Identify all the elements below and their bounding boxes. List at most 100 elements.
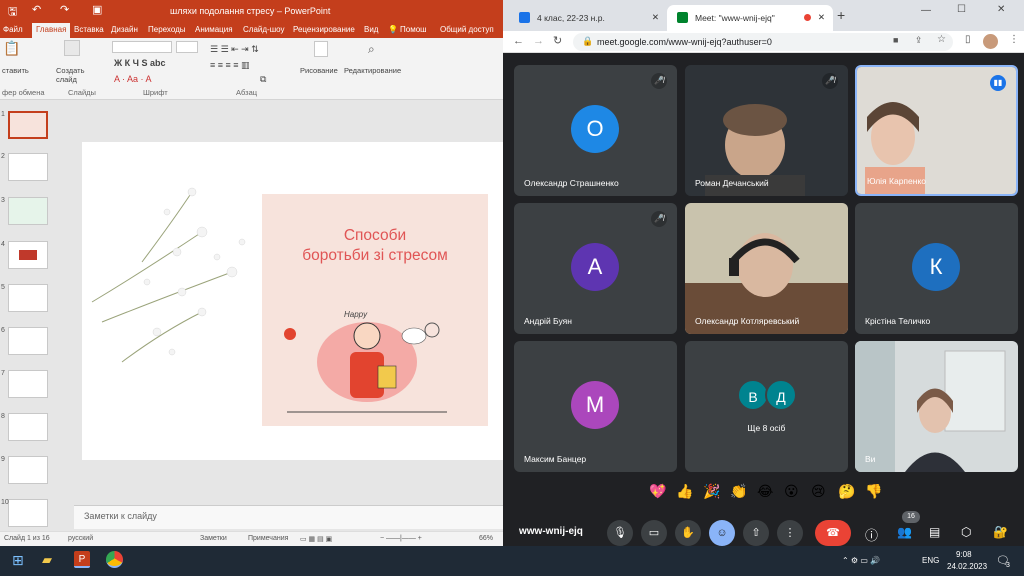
reaction-sad[interactable]: 😢: [811, 483, 826, 500]
new-tab-icon[interactable]: +: [837, 7, 845, 23]
close-tab-icon[interactable]: ✕: [818, 12, 825, 23]
slide-thumb-10[interactable]: [8, 499, 48, 527]
slide-thumb-5[interactable]: [8, 284, 48, 312]
slide-thumb-1[interactable]: [8, 111, 48, 139]
lightbulb-icon[interactable]: 💡: [388, 25, 398, 34]
save-icon[interactable]: 🖫: [8, 3, 17, 22]
slide-thumb-7[interactable]: [8, 370, 48, 398]
browser-tab-1[interactable]: 4 клас, 22-23 н.р. ✕: [509, 5, 667, 31]
back-icon[interactable]: ←: [513, 35, 524, 47]
bookmark-star-icon[interactable]: ☆: [937, 34, 946, 45]
new-slide-icon[interactable]: [64, 40, 80, 56]
host-controls-icon[interactable]: 🔐: [993, 525, 1008, 539]
reaction-clap[interactable]: 👏: [730, 483, 747, 500]
camera-in-use-icon[interactable]: ■: [893, 35, 898, 45]
menu-dots-icon[interactable]: ⋮: [1009, 34, 1019, 45]
tab-animations[interactable]: Анимация: [195, 25, 233, 34]
people-icon[interactable]: 👥: [897, 525, 912, 539]
language-indicator[interactable]: русский: [68, 535, 93, 542]
emoji-button[interactable]: ☺: [709, 520, 735, 546]
info-icon[interactable]: ⓘ: [865, 525, 878, 544]
participant-tile[interactable]: А 🎤̸ Андрій Буян: [514, 203, 677, 334]
tab-design[interactable]: Дизайн: [111, 25, 138, 34]
participant-tile[interactable]: Олександр Котляревський: [685, 203, 848, 334]
redo-icon[interactable]: ↷: [60, 3, 69, 16]
share-button[interactable]: Общий доступ: [440, 25, 494, 34]
tray-icons[interactable]: ⌃ ⚙ ▭ 🔊: [842, 556, 880, 565]
powerpoint-taskbar-icon[interactable]: P: [74, 551, 90, 568]
font-color-icon[interactable]: A · Aa · A: [114, 74, 152, 84]
tab-view[interactable]: Вид: [364, 25, 378, 34]
browser-tab-2[interactable]: Meet: "www-wnij-ejq" ✕: [667, 5, 833, 31]
mic-button[interactable]: 🎙: [607, 520, 633, 546]
close-tab-icon[interactable]: ✕: [652, 12, 659, 23]
slide-canvas[interactable]: Способи боротьби зі стресом Happy: [82, 142, 503, 460]
side-panel-icon[interactable]: ▯: [965, 34, 971, 45]
slide-thumb-8[interactable]: [8, 413, 48, 441]
tab-home[interactable]: Главная: [32, 23, 71, 38]
slide-title[interactable]: Способи боротьби зі стресом: [262, 226, 488, 266]
profile-avatar[interactable]: [983, 34, 998, 49]
paste-button[interactable]: ставить: [2, 66, 29, 75]
notes-pane[interactable]: Заметки к слайду: [74, 505, 503, 529]
participant-tile[interactable]: К Крістіна Теличко: [855, 203, 1018, 334]
present-button[interactable]: ⇧: [743, 520, 769, 546]
reaction-heart[interactable]: 💖: [649, 483, 666, 500]
reaction-thumbs-down[interactable]: 👎: [865, 483, 882, 500]
reaction-party[interactable]: 🎉: [703, 483, 720, 500]
share-page-icon[interactable]: ⇪: [915, 35, 923, 46]
minimize-icon[interactable]: —: [921, 5, 931, 16]
tab-review[interactable]: Рецензирование: [293, 25, 355, 34]
reaction-thinking[interactable]: 🤔: [838, 483, 855, 500]
clock-time[interactable]: 9:08: [956, 550, 972, 559]
tab-transitions[interactable]: Переходы: [148, 25, 186, 34]
new-slide-button-line1[interactable]: Создать: [56, 66, 85, 75]
editing-button[interactable]: Редактирование: [344, 66, 401, 75]
reaction-thumbs-up[interactable]: 👍: [676, 483, 693, 500]
file-explorer-icon[interactable]: ▰: [42, 552, 52, 568]
end-call-button[interactable]: ☎: [815, 520, 851, 546]
slide-thumb-2[interactable]: [8, 153, 48, 181]
undo-icon[interactable]: ↶: [32, 3, 41, 16]
smartart-icon[interactable]: ⧉: [260, 74, 266, 85]
tab-insert[interactable]: Вставка: [74, 25, 104, 34]
font-size-input[interactable]: [176, 41, 198, 53]
more-participants-tile[interactable]: В Д Ще 8 осіб: [685, 341, 848, 472]
drawing-button[interactable]: Рисование: [300, 66, 338, 75]
slide-thumb-3[interactable]: [8, 197, 48, 225]
view-icons[interactable]: ▭ ▦ ▤ ▣: [300, 535, 332, 543]
activities-icon[interactable]: ⬡: [961, 525, 971, 539]
search-icon[interactable]: ⌕: [368, 42, 375, 57]
zoom-level[interactable]: 66%: [479, 535, 493, 542]
camera-button[interactable]: ▭: [641, 520, 667, 546]
zoom-slider[interactable]: − ——|—— +: [380, 535, 422, 542]
reaction-laugh[interactable]: 😂: [757, 483, 773, 500]
reaction-surprised[interactable]: 😮: [784, 483, 799, 500]
font-name-input[interactable]: [112, 41, 172, 53]
participant-tile[interactable]: ▮▮ Юлія Карпенко: [855, 65, 1018, 196]
presentation-icon[interactable]: ▣: [92, 3, 102, 16]
tab-file[interactable]: Файл: [3, 25, 23, 34]
keyboard-language[interactable]: ENG: [922, 556, 939, 565]
chat-icon[interactable]: ▤: [929, 525, 940, 539]
maximize-icon[interactable]: ☐: [957, 4, 966, 15]
notes-button[interactable]: Заметки: [200, 535, 227, 542]
slide-thumb-6[interactable]: [8, 327, 48, 355]
drawing-icon[interactable]: [314, 41, 328, 57]
comments-button[interactable]: Примечания: [248, 535, 288, 542]
tab-slideshow[interactable]: Слайд-шоу: [243, 25, 284, 34]
reload-icon[interactable]: ↻: [553, 34, 562, 47]
slide-thumb-9[interactable]: [8, 456, 48, 484]
align-icon[interactable]: ≡ ≡ ≡ ≡ ▥: [210, 60, 250, 71]
close-window-icon[interactable]: ✕: [997, 4, 1005, 15]
chrome-taskbar-icon[interactable]: [106, 551, 123, 568]
forward-icon[interactable]: →: [533, 35, 544, 47]
more-options-button[interactable]: ⋮: [777, 520, 803, 546]
tell-me-input[interactable]: Помош: [400, 25, 427, 34]
raise-hand-button[interactable]: ✋: [675, 520, 701, 546]
participant-tile[interactable]: М Максим Банцер: [514, 341, 677, 472]
participant-tile[interactable]: 🎤̸ Роман Дечанський: [685, 65, 848, 196]
participant-tile-self[interactable]: Ви: [855, 341, 1018, 472]
windows-start-icon[interactable]: ⊞: [12, 552, 24, 569]
clock-date[interactable]: 24.02.2023: [947, 562, 987, 571]
